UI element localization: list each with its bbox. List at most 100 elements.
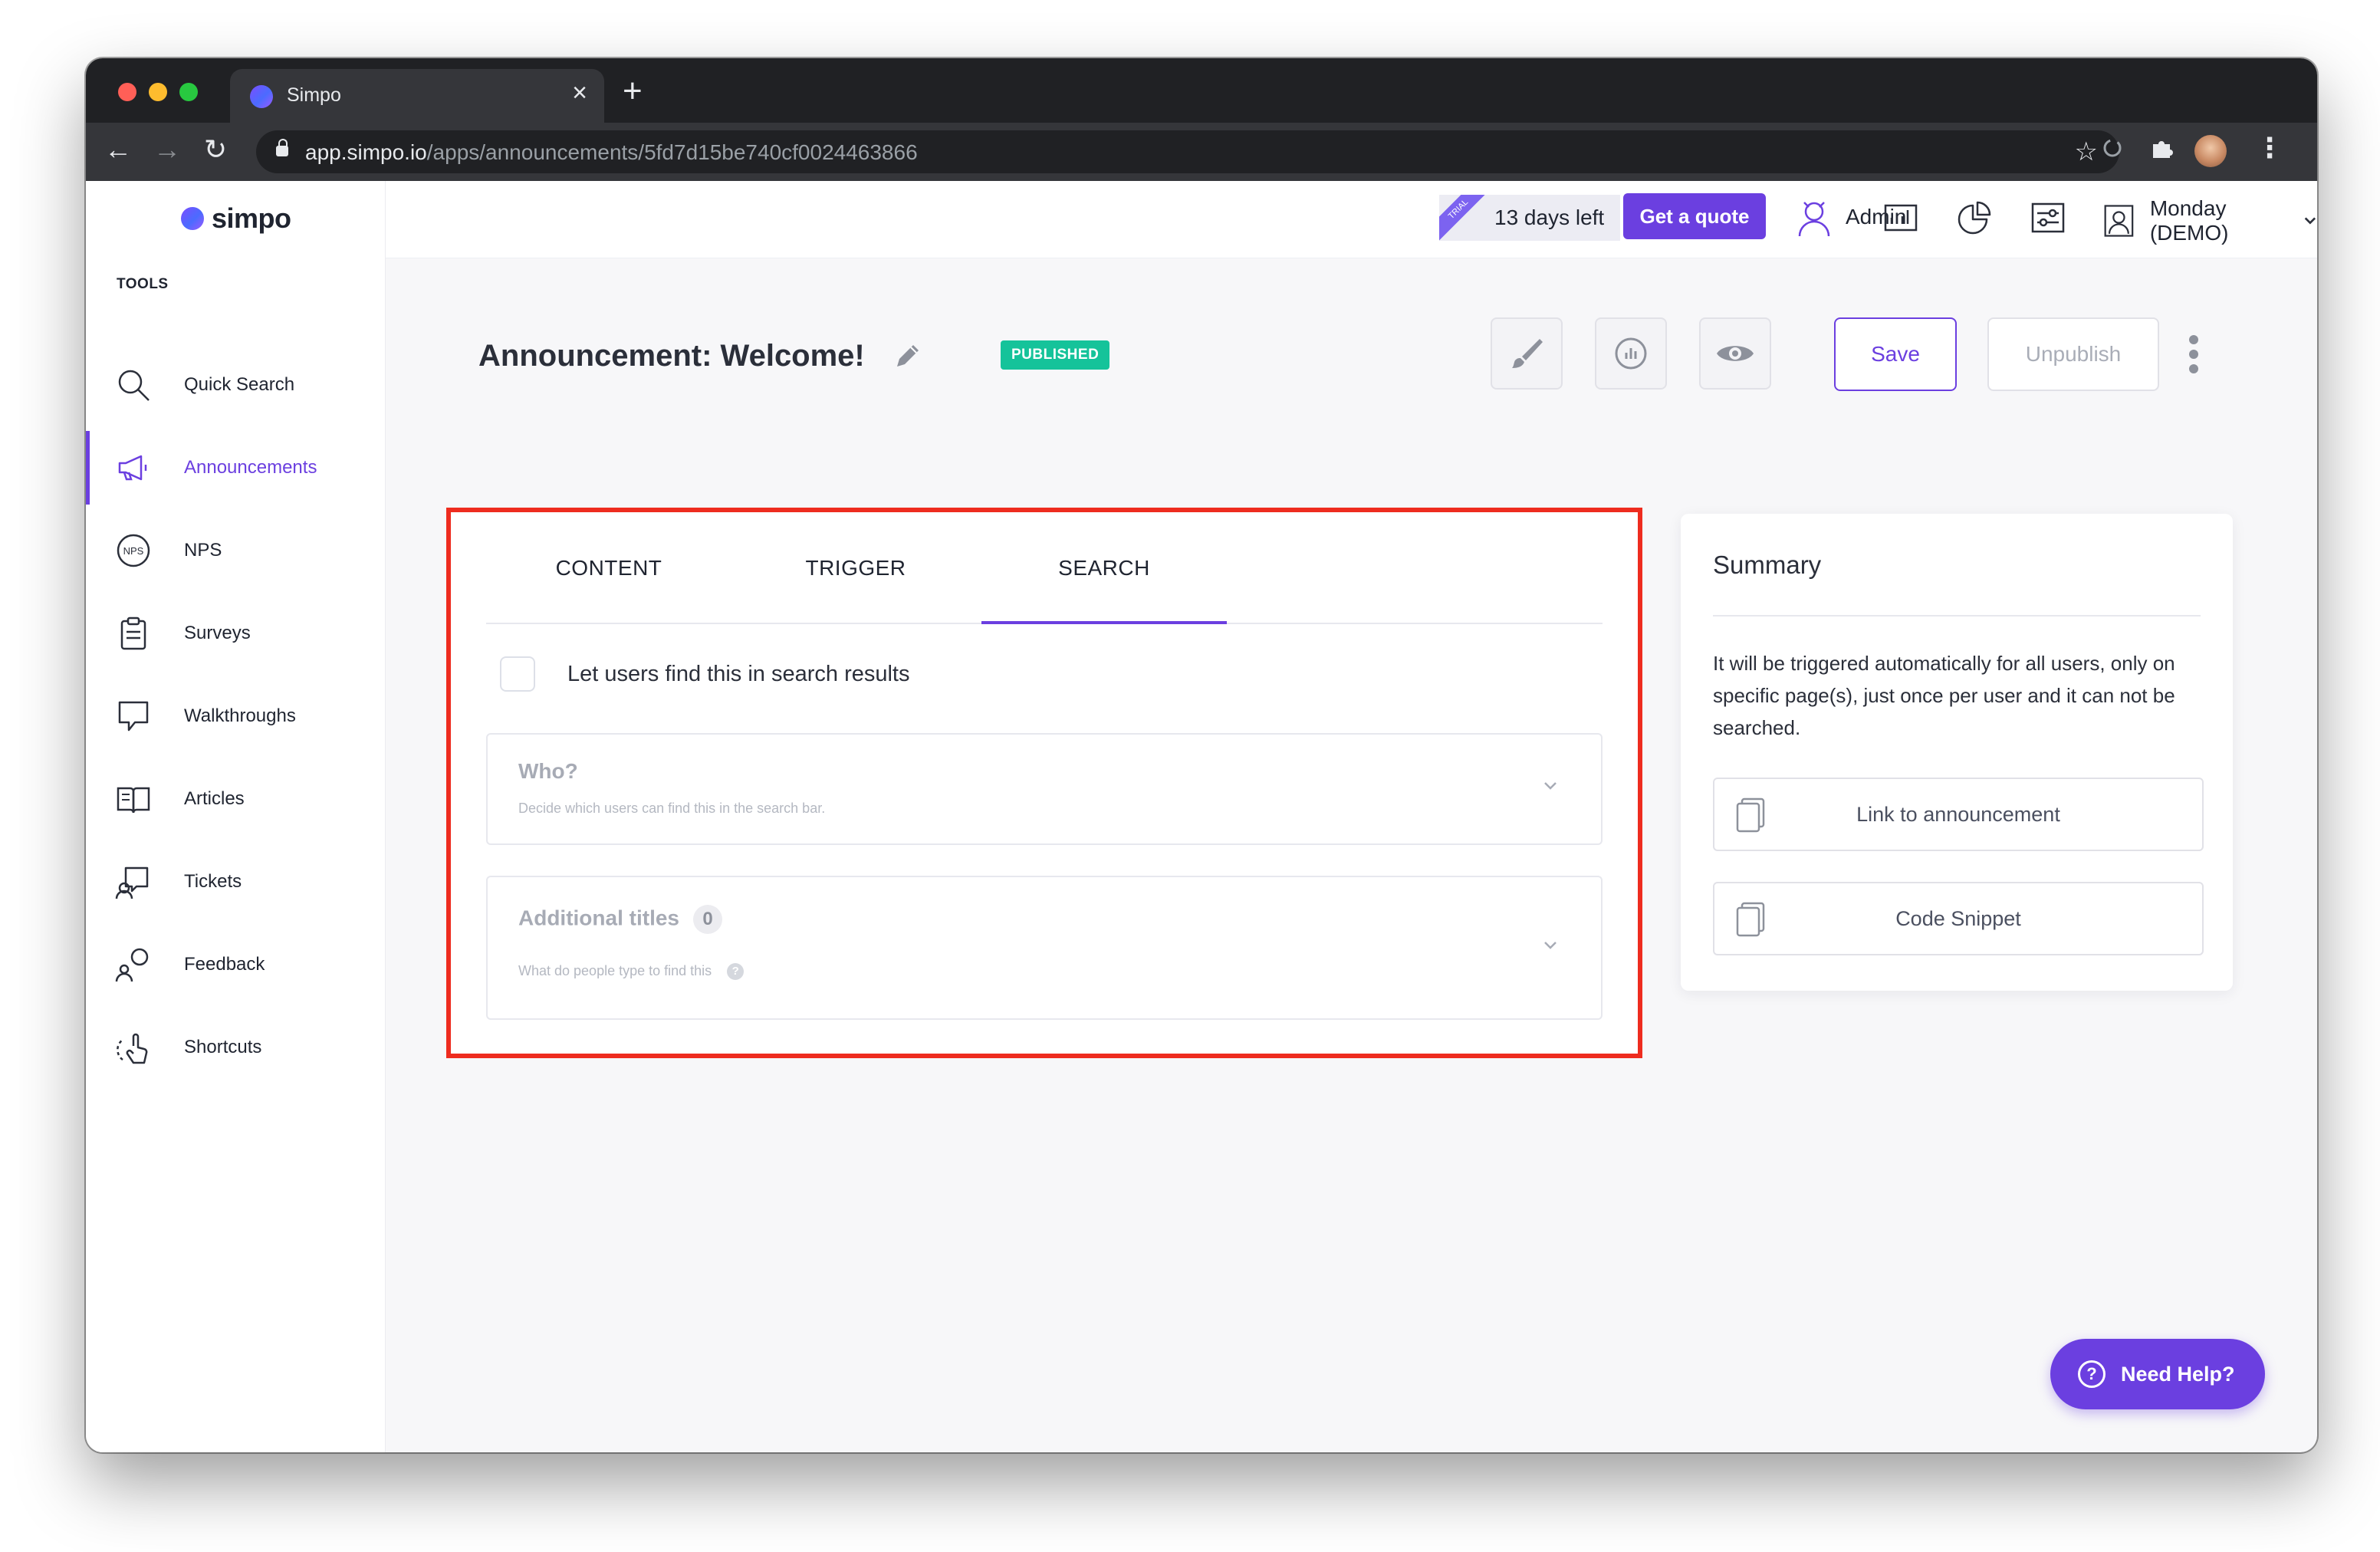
save-button[interactable]: Save xyxy=(1834,317,1957,391)
simpo-logo[interactable]: simpo xyxy=(181,202,291,235)
need-help-button[interactable]: ? Need Help? xyxy=(2050,1339,2265,1409)
app-topbar: TRIAL 13 days left Get a quote Admin Mon… xyxy=(386,181,2317,258)
address-bar[interactable]: app.simpo.io/apps/announcements/5fd7d15b… xyxy=(256,130,2119,173)
speech-bubble-icon xyxy=(118,701,149,732)
link-to-announcement-button[interactable]: Link to announcement xyxy=(1713,778,2204,851)
sidebar-item-walkthroughs[interactable]: Walkthroughs xyxy=(86,675,385,758)
sidebar-item-label: Surveys xyxy=(184,623,251,643)
chrome-menu-icon[interactable]: ⋮ xyxy=(2256,132,2283,164)
nps-icon: NPS xyxy=(117,534,150,567)
code-snippet-label: Code Snippet xyxy=(1895,907,2021,930)
sidebar-item-label: Articles xyxy=(184,788,245,809)
summary-card: Summary It will be triggered automatical… xyxy=(1681,514,2233,991)
browser-tabstrip: Simpo × + xyxy=(86,58,2317,123)
sidebar-item-label: Quick Search xyxy=(184,374,295,395)
get-a-quote-button[interactable]: Get a quote xyxy=(1623,193,1766,239)
lock-icon[interactable] xyxy=(276,139,288,156)
sidebar-item-announcements[interactable]: Announcements xyxy=(86,426,385,509)
eye-icon xyxy=(1717,346,1754,361)
edit-pencil-icon[interactable] xyxy=(893,340,923,371)
chevron-down-icon xyxy=(2304,217,2316,225)
admin-icon xyxy=(1798,202,1830,237)
browser-tab-title: Simpo xyxy=(287,84,341,106)
tab-search[interactable]: SEARCH xyxy=(981,512,1227,624)
link-to-announcement-label: Link to announcement xyxy=(1856,803,2060,826)
book-icon xyxy=(117,787,150,814)
analytics-icon[interactable] xyxy=(1882,199,1919,236)
sidebar-item-shortcuts[interactable]: Shortcuts xyxy=(86,1006,385,1089)
favicon-icon xyxy=(250,85,273,108)
new-tab-button[interactable]: + xyxy=(623,72,643,110)
search-visibility-toggle[interactable]: Let users find this in search results xyxy=(500,656,909,692)
need-help-label: Need Help? xyxy=(2121,1362,2235,1386)
trial-days-left: 13 days left xyxy=(1494,206,1605,229)
settings-sliders-icon[interactable] xyxy=(2030,199,2066,236)
forward-button[interactable]: → xyxy=(153,133,181,166)
reload-button[interactable]: ↻ xyxy=(204,133,227,166)
summary-description: It will be triggered automatically for a… xyxy=(1713,652,2175,739)
maximize-window-button[interactable] xyxy=(179,83,198,101)
more-vertical-icon[interactable] xyxy=(2188,334,2199,374)
browser-toolbar: ← → ↻ app.simpo.io/apps/announcements/5f… xyxy=(86,123,2317,181)
clipboard-icon xyxy=(120,617,146,650)
help-icon[interactable]: ? xyxy=(727,963,745,981)
sidebar-item-surveys[interactable]: Surveys xyxy=(86,592,385,675)
sidebar-nav: Quick Search Announcements NPS NPS Surve… xyxy=(86,344,385,1089)
sidebar-item-quick-search[interactable]: Quick Search xyxy=(86,344,385,426)
who-description: Decide which users can find this in the … xyxy=(518,801,826,816)
browser-tab[interactable]: Simpo × xyxy=(230,69,604,123)
sync-icon[interactable] xyxy=(2099,135,2125,161)
search-icon xyxy=(118,370,150,401)
profile-avatar[interactable] xyxy=(2194,135,2227,167)
trial-banner: TRIAL 13 days left xyxy=(1439,195,1620,241)
unpublish-button[interactable]: Unpublish xyxy=(1987,317,2159,391)
close-tab-icon[interactable]: × xyxy=(572,78,587,108)
sidebar-item-label: Announcements xyxy=(184,457,317,478)
trial-ribbon: TRIAL xyxy=(1439,195,1494,241)
user-menu[interactable]: Monday (DEMO) xyxy=(2103,196,2317,245)
status-badge: PUBLISHED xyxy=(1001,340,1110,370)
sidebar-item-tickets[interactable]: Tickets xyxy=(86,840,385,923)
pie-chart-icon[interactable] xyxy=(1956,199,1993,236)
editor-tabs: CONTENT TRIGGER SEARCH xyxy=(486,512,1603,624)
back-button[interactable]: ← xyxy=(104,133,132,166)
editor-panel: CONTENT TRIGGER SEARCH Let users find th… xyxy=(446,508,1642,1058)
preview-button[interactable] xyxy=(1699,317,1771,390)
sidebar-item-nps[interactable]: NPS NPS xyxy=(86,509,385,592)
additional-titles-title: Additional titles 0 xyxy=(518,905,722,934)
page-title: Announcement: Welcome! xyxy=(478,339,865,373)
sidebar-item-articles[interactable]: Articles xyxy=(86,758,385,840)
simpo-app: simpo TOOLS Quick Search Announcements N… xyxy=(86,181,2317,1452)
sidebar-item-label: Shortcuts xyxy=(184,1037,262,1057)
sidebar-item-label: Tickets xyxy=(184,871,242,892)
sidebar-item-label: NPS xyxy=(184,540,222,561)
tab-trigger[interactable]: TRIGGER xyxy=(733,512,978,623)
user-icon xyxy=(2104,205,2134,237)
tools-section-label: TOOLS xyxy=(117,276,169,292)
sidebar-item-feedback[interactable]: Feedback xyxy=(86,923,385,1006)
star-icon[interactable]: ☆ xyxy=(2075,136,2098,167)
code-snippet-button[interactable]: Code Snippet xyxy=(1713,882,2204,955)
minimize-window-button[interactable] xyxy=(149,83,167,101)
who-accordion[interactable]: Who? Decide which users can find this in… xyxy=(486,733,1603,845)
close-window-button[interactable] xyxy=(118,83,136,101)
stats-button[interactable] xyxy=(1595,317,1667,390)
sidebar-item-label: Walkthroughs xyxy=(184,705,296,726)
extensions-icon[interactable] xyxy=(2148,135,2175,161)
sidebar-item-label: Feedback xyxy=(184,954,265,975)
feedback-icon xyxy=(115,948,149,982)
search-toggle-label: Let users find this in search results xyxy=(567,661,910,686)
chevron-down-icon xyxy=(1544,782,1557,790)
additional-titles-description: What do people type to find this? xyxy=(518,963,745,981)
sidebar: simpo TOOLS Quick Search Announcements N… xyxy=(86,181,386,1452)
stats-icon xyxy=(1615,337,1647,370)
url-text[interactable]: app.simpo.io/apps/announcements/5fd7d15b… xyxy=(305,140,918,165)
brush-icon xyxy=(1512,339,1543,368)
design-button[interactable] xyxy=(1491,317,1563,390)
shortcut-icon xyxy=(117,1033,148,1064)
ticket-icon xyxy=(115,866,149,899)
search-results-checkbox[interactable] xyxy=(500,656,535,692)
additional-titles-accordion[interactable]: Additional titles 0 What do people type t… xyxy=(486,876,1603,1020)
tab-content[interactable]: CONTENT xyxy=(486,512,731,623)
who-title: Who? xyxy=(518,759,578,783)
